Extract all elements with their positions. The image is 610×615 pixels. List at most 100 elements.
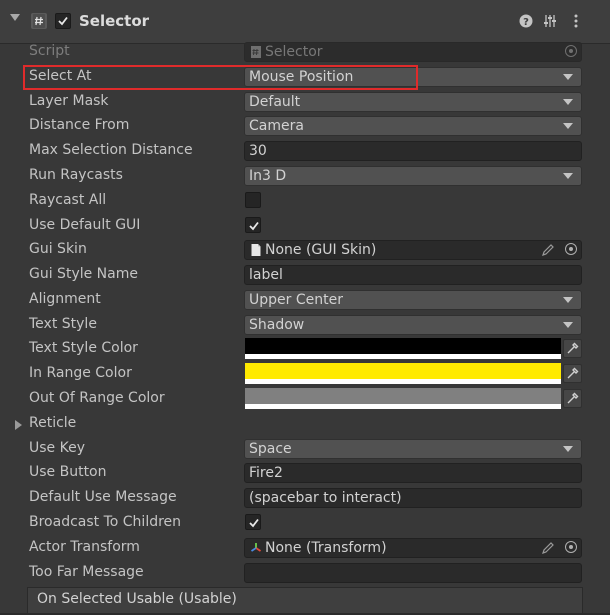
out-of-range-color-row: Out Of Range Color [0,387,610,411]
gui-style-name-value: label [249,267,283,283]
alignment-value: Upper Center [249,292,343,308]
chevron-down-icon [563,297,573,303]
gui-skin-row: Gui Skin None (GUI Skin) [0,238,610,262]
on-selected-usable-event: On Selected Usable (Usable) [27,587,583,613]
eyedropper-icon[interactable] [563,339,582,358]
in-range-color-field[interactable] [245,363,561,384]
run-raycasts-value: In3 D [249,168,287,184]
eyedropper-icon[interactable] [563,389,582,408]
object-picker-icon [565,45,577,57]
run-raycasts-row: Run Raycasts In3 D [0,164,610,188]
svg-text:?: ? [523,17,529,28]
gui-skin-label: Gui Skin [29,241,87,257]
object-picker-icon[interactable] [565,541,577,553]
use-default-gui-checkbox[interactable] [245,217,261,233]
reticle-foldout[interactable]: Reticle [0,412,610,436]
raycast-all-row: Raycast All [0,189,610,213]
default-use-message-value: (spacebar to interact) [249,490,402,506]
use-default-gui-label: Use Default GUI [29,217,141,233]
script-file-icon [250,45,262,59]
use-button-label: Use Button [29,464,107,480]
event-label: On Selected Usable (Usable) [37,591,237,607]
pencil-icon[interactable] [541,243,555,257]
raycast-all-checkbox[interactable] [245,192,261,208]
script-hash-icon [31,13,47,29]
text-style-color-field[interactable] [245,338,561,359]
layer-mask-dropdown[interactable]: Default [244,92,582,112]
gui-style-name-label: Gui Style Name [29,266,138,282]
chevron-down-icon [563,322,573,328]
use-key-label: Use Key [29,440,85,456]
foldout-arrow-icon[interactable] [15,420,22,430]
in-range-color-swatch [245,363,561,379]
actor-transform-value: None (Transform) [265,540,387,556]
max-selection-distance-label: Max Selection Distance [29,142,193,158]
script-field: Selector [244,42,582,62]
help-icon[interactable]: ? [518,13,534,29]
select-at-row: Select At Mouse Position [0,65,610,89]
use-key-value: Space [249,441,292,457]
script-label: Script [29,43,70,59]
component-enabled-checkbox[interactable] [55,13,71,29]
actor-transform-label: Actor Transform [29,539,140,555]
component-title: Selector [79,12,150,30]
use-button-input[interactable]: Fire2 [244,463,582,483]
text-style-label: Text Style [29,316,97,332]
out-of-range-color-field[interactable] [245,388,561,409]
use-button-row: Use Button Fire2 [0,461,610,485]
select-at-value: Mouse Position [249,69,354,85]
actor-transform-object-field[interactable]: None (Transform) [244,538,582,558]
broadcast-to-children-row: Broadcast To Children [0,511,610,535]
out-of-range-color-swatch [245,388,561,404]
use-key-row: Use Key Space [0,437,610,461]
distance-from-label: Distance From [29,117,130,133]
alignment-row: Alignment Upper Center [0,288,610,312]
gui-skin-object-field[interactable]: None (GUI Skin) [244,240,582,260]
chevron-down-icon [563,173,573,179]
gui-style-name-row: Gui Style Name label [0,263,610,287]
broadcast-to-children-checkbox[interactable] [245,514,261,530]
object-picker-icon[interactable] [565,243,577,255]
text-style-color-row: Text Style Color [0,337,610,361]
use-default-gui-row: Use Default GUI [0,214,610,238]
file-icon [250,243,262,257]
chevron-down-icon [563,123,573,129]
foldout-arrow-icon[interactable] [10,14,20,21]
pencil-icon[interactable] [541,541,555,555]
raycast-all-label: Raycast All [29,192,107,208]
use-button-value: Fire2 [249,465,283,481]
default-use-message-label: Default Use Message [29,489,177,505]
reticle-label: Reticle [29,415,77,431]
too-far-message-input[interactable] [244,563,582,583]
layer-mask-row: Layer Mask Default [0,90,610,114]
chevron-down-icon [563,74,573,80]
in-range-color-row: In Range Color [0,362,610,386]
max-selection-distance-row: Max Selection Distance 30 [0,139,610,163]
script-row: Script Selector [0,40,610,64]
component-header[interactable]: Selector ? [0,0,610,44]
alignment-label: Alignment [29,291,101,307]
actor-transform-row: Actor Transform None (Transform) [0,536,610,560]
run-raycasts-dropdown[interactable]: In3 D [244,166,582,186]
script-value: Selector [265,44,323,60]
eyedropper-icon[interactable] [563,364,582,383]
select-at-dropdown[interactable]: Mouse Position [244,67,582,87]
alignment-dropdown[interactable]: Upper Center [244,290,582,310]
broadcast-to-children-label: Broadcast To Children [29,514,182,530]
max-selection-distance-input[interactable]: 30 [244,141,582,161]
max-selection-distance-value: 30 [249,143,267,159]
default-use-message-input[interactable]: (spacebar to interact) [244,488,582,508]
text-style-color-label: Text Style Color [29,340,138,356]
use-key-dropdown[interactable]: Space [244,439,582,459]
distance-from-row: Distance From Camera [0,114,610,138]
text-style-dropdown[interactable]: Shadow [244,315,582,335]
default-use-message-row: Default Use Message (spacebar to interac… [0,486,610,510]
preset-icon[interactable] [542,13,558,29]
distance-from-value: Camera [249,118,304,134]
distance-from-dropdown[interactable]: Camera [244,116,582,136]
text-style-row: Text Style Shadow [0,313,610,337]
out-of-range-color-label: Out Of Range Color [29,390,165,406]
kebab-menu-icon[interactable] [568,13,584,29]
transform-icon [250,541,262,555]
gui-style-name-input[interactable]: label [244,265,582,285]
